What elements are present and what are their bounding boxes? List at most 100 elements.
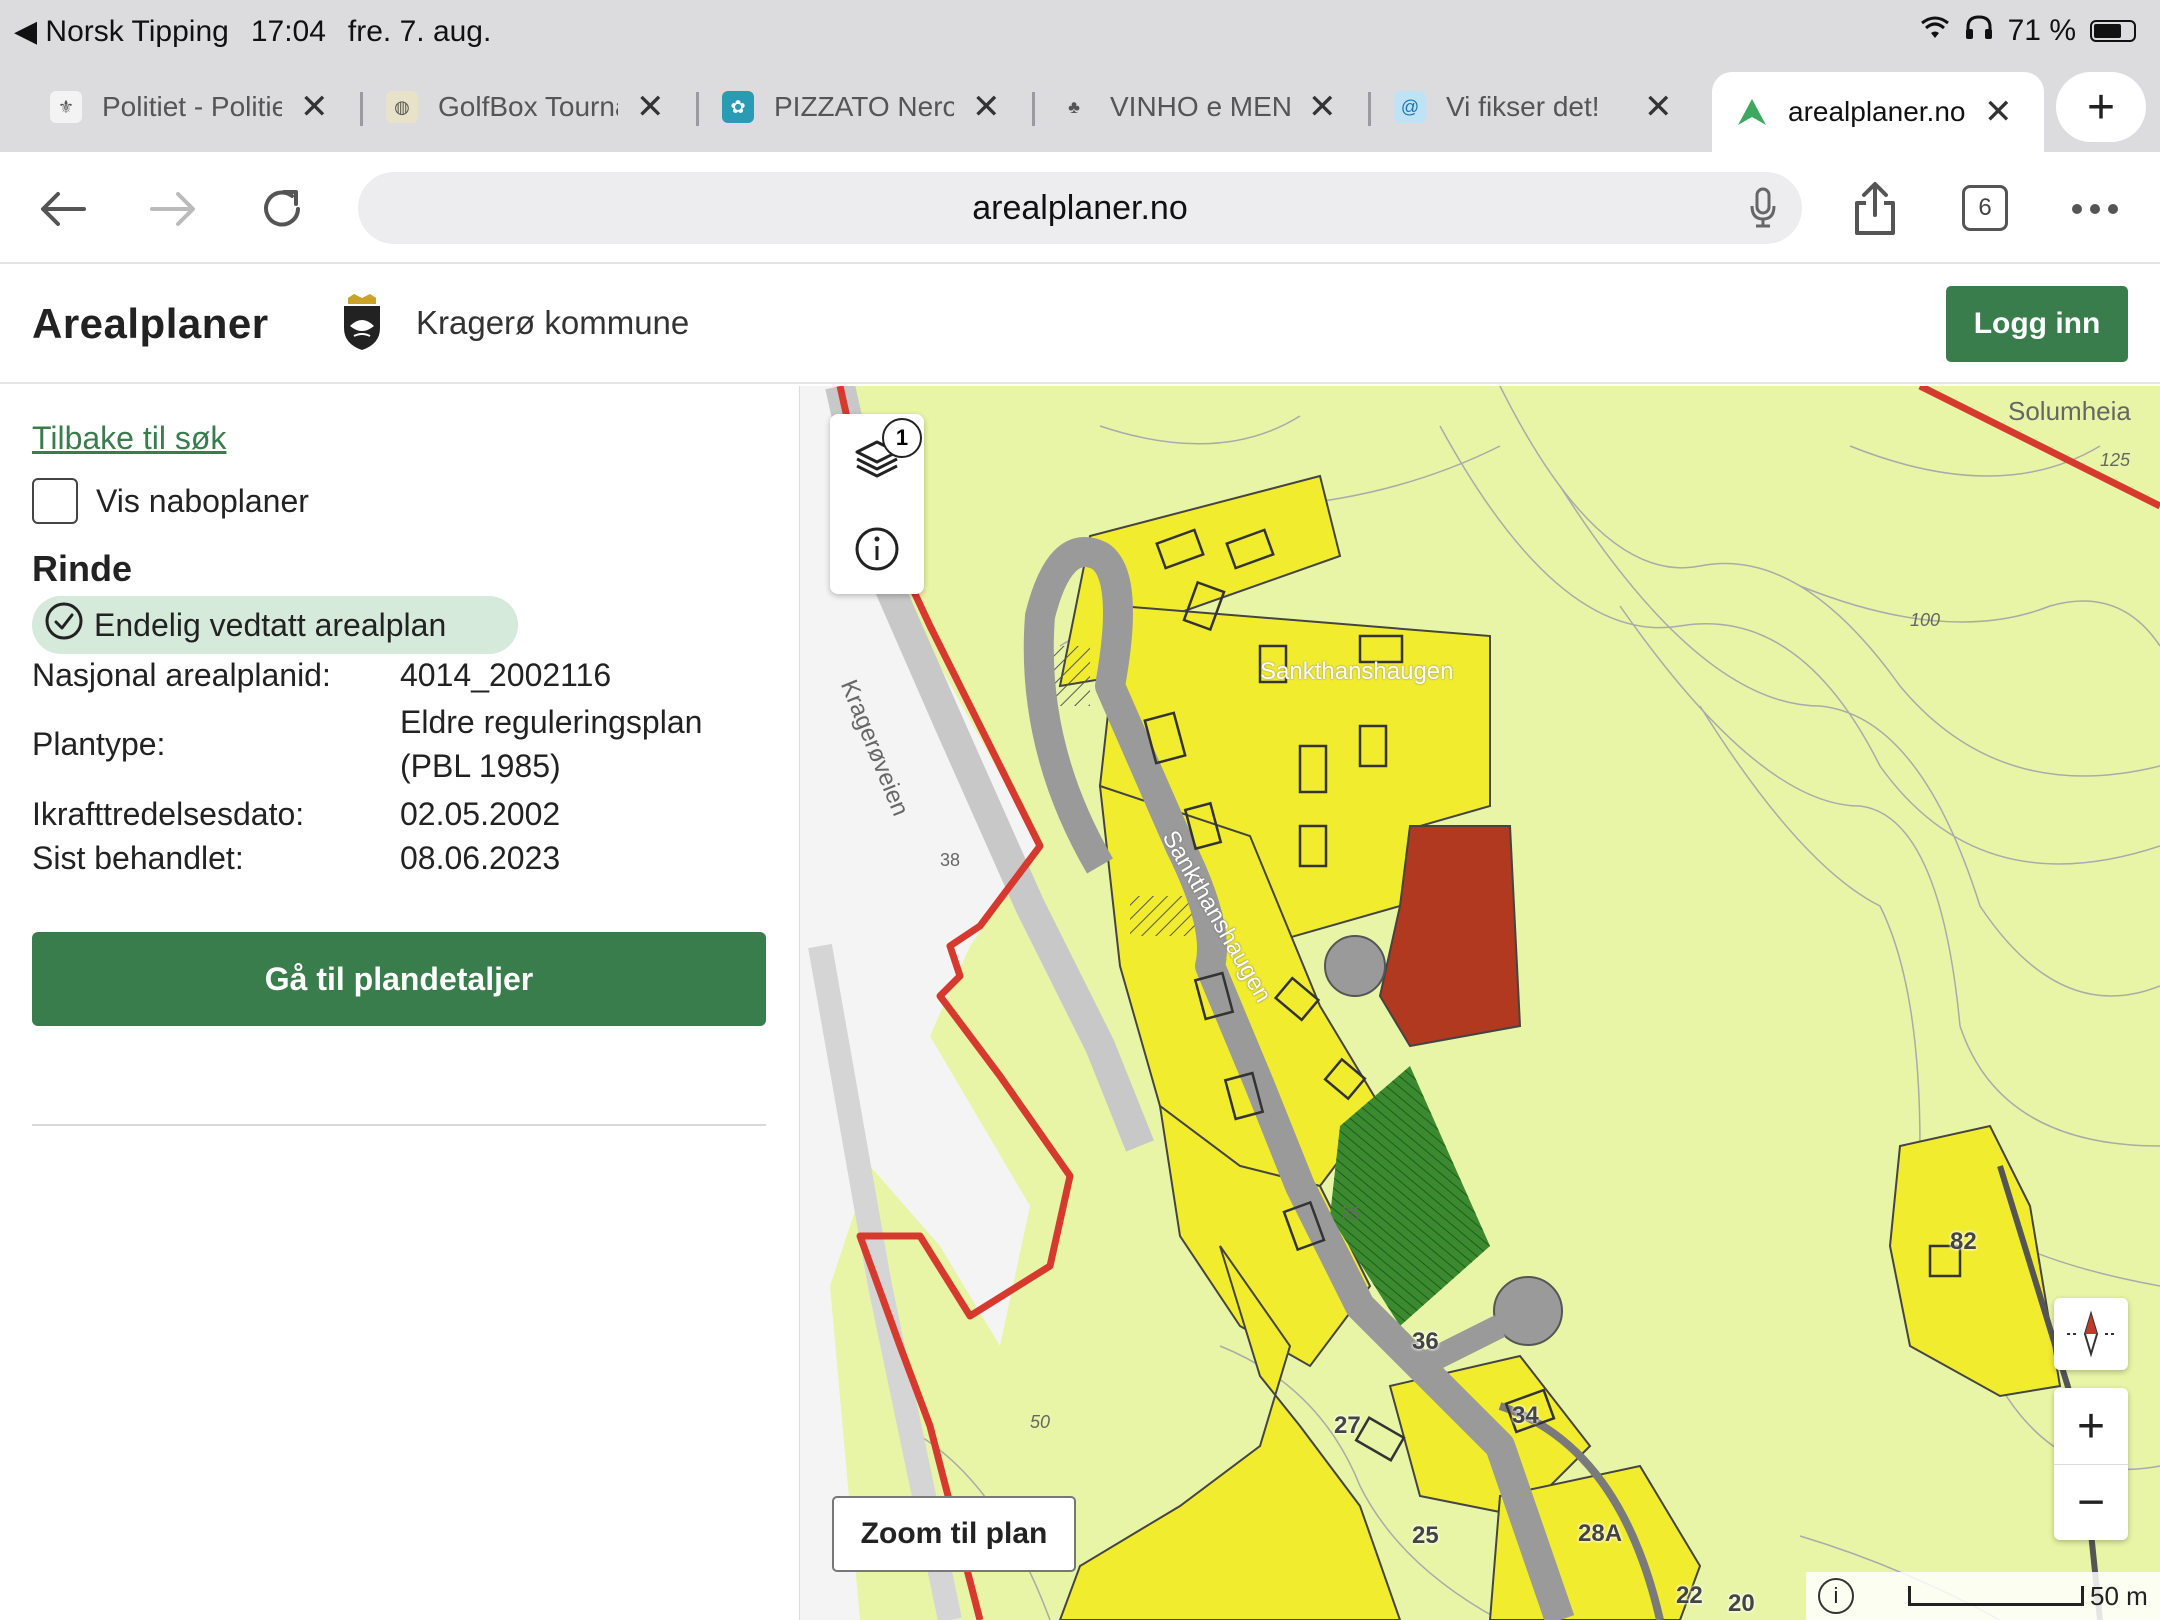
address-label: 34 xyxy=(1512,1402,1539,1429)
plan-details-table: Nasjonal arealplanid: 4014_2002116 Plant… xyxy=(32,654,772,880)
plus-icon: + xyxy=(2076,1399,2106,1453)
address-label: 22 xyxy=(1676,1582,1703,1609)
tab-arealplaner[interactable]: arealplaner.no ✕ xyxy=(1712,72,2044,152)
plan-status-badge: Endelig vedtatt arealplan xyxy=(32,596,518,654)
detail-value: Eldre reguleringsplan (PBL 1985) xyxy=(400,704,703,784)
kommune-crest-icon xyxy=(340,292,384,352)
back-to-app[interactable]: ◀ Norsk Tipping xyxy=(14,14,229,49)
plan-map[interactable]: Solumheia Sankthanshaugen Sankthanshauge… xyxy=(800,386,2160,1620)
zoom-to-plan-button[interactable]: Zoom til plan xyxy=(832,1496,1076,1572)
tab-title: Politiet - Politiet xyxy=(102,91,282,122)
map-scale-bar: i 50 m xyxy=(1806,1572,2160,1620)
more-dots-icon xyxy=(2072,204,2118,214)
detail-label: Nasjonal arealplanid: xyxy=(32,656,331,693)
detail-label: Ikrafttredelsesdato: xyxy=(32,795,305,832)
address-label: 25 xyxy=(1412,1522,1439,1549)
address-label: 36 xyxy=(1412,1328,1439,1355)
detail-row-planid: Nasjonal arealplanid: 4014_2002116 xyxy=(32,654,772,696)
turning-circle xyxy=(1324,935,1386,997)
golfbox-icon: ◍ xyxy=(386,91,418,123)
plan-title: Rinde xyxy=(32,548,133,589)
tab-title: VINHO e MENU xyxy=(1110,91,1290,122)
close-tab-icon[interactable]: ✕ xyxy=(300,87,329,127)
app-header: Arealplaner Kragerø kommune Logg inn xyxy=(0,266,2160,384)
login-button[interactable]: Logg inn xyxy=(1946,286,2128,362)
residential-zones xyxy=(1058,474,2062,1620)
app-brand[interactable]: Arealplaner xyxy=(32,300,269,348)
reload-icon xyxy=(264,190,300,227)
close-tab-icon[interactable]: ✕ xyxy=(1984,92,2013,132)
layers-button[interactable]: 1 xyxy=(830,414,924,504)
municipality-name: Kragerø kommune xyxy=(416,304,690,341)
forward-button[interactable] xyxy=(138,174,208,244)
zoom-in-button[interactable]: + xyxy=(2054,1388,2128,1464)
reload-button[interactable] xyxy=(248,174,318,244)
address-bar[interactable]: arealplaner.no xyxy=(358,172,1802,244)
tab-title: GolfBox Tournament xyxy=(438,91,618,122)
tab-title: PIZZATO Nero xyxy=(774,91,954,122)
place-label-solumheia: Solumheia xyxy=(2008,396,2131,426)
neighbor-plans-toggle[interactable]: Vis naboplaner xyxy=(32,478,309,524)
battery-icon xyxy=(2090,20,2136,42)
share-icon xyxy=(1855,182,1895,235)
map-info-button[interactable] xyxy=(830,504,924,594)
detail-row-plantype: Plantype: Eldre reguleringsplan (PBL 198… xyxy=(32,696,772,792)
address-label: 20 xyxy=(1728,1590,1755,1617)
status-time: 17:04 xyxy=(250,14,326,48)
map-tools: 1 xyxy=(830,414,924,594)
zoom-controls: + − xyxy=(2054,1388,2128,1540)
neighbor-plans-checkbox[interactable] xyxy=(32,478,78,524)
plus-icon: + xyxy=(2086,80,2116,134)
go-to-plan-details-button[interactable]: Gå til plandetaljer xyxy=(32,932,766,1026)
close-tab-icon[interactable]: ✕ xyxy=(636,87,665,127)
elevation-label: 100 xyxy=(1910,610,1941,630)
share-button[interactable] xyxy=(1840,174,1910,244)
compass-icon xyxy=(2067,1310,2115,1358)
address-label: 82 xyxy=(1950,1228,1977,1255)
battery-percent: 71 % xyxy=(2007,14,2076,47)
detail-value: 08.06.2023 xyxy=(400,840,561,876)
status-bar: ◀ Norsk Tipping 17:04 fre. 7. aug. 71 % xyxy=(0,0,2160,62)
elevation-label: 75 xyxy=(1340,1204,1361,1224)
neighbor-plans-label: Vis naboplaner xyxy=(96,482,309,519)
tab-vifikser[interactable]: @ Vi fikser det! ✕ xyxy=(1354,72,1685,142)
tab-pizzato[interactable]: ✿ PIZZATO Nero ✕ xyxy=(682,72,1013,142)
microphone-icon[interactable] xyxy=(1748,186,1778,239)
back-to-search-link[interactable]: Tilbake til søk xyxy=(32,420,226,457)
close-tab-icon[interactable]: ✕ xyxy=(1308,87,1337,127)
tab-vinho[interactable]: ♣ VINHO e MENU ✕ xyxy=(1018,72,1349,142)
tab-politiet[interactable]: ⚜ Politiet - Politiet ✕ xyxy=(10,72,341,142)
status-date: fre. 7. aug. xyxy=(347,14,492,48)
layer-count-badge: 1 xyxy=(882,418,922,458)
detail-value: 02.05.2002 xyxy=(400,796,561,832)
compass-button[interactable] xyxy=(2054,1298,2128,1370)
close-tab-icon[interactable]: ✕ xyxy=(1644,87,1673,127)
map-canvas[interactable] xyxy=(800,386,2160,1620)
browser-toolbar: arealplaner.no 6 xyxy=(0,152,2160,264)
tab-bar: ⚜ Politiet - Politiet ✕ ◍ GolfBox Tourna… xyxy=(0,62,2160,152)
zoom-out-button[interactable]: − xyxy=(2054,1464,2128,1540)
tab-golfbox[interactable]: ◍ GolfBox Tournament ✕ xyxy=(346,72,677,142)
attribution-info-icon[interactable]: i xyxy=(1818,1578,1854,1614)
tab-title: Vi fikser det! xyxy=(1446,91,1600,122)
scale-label: 50 m xyxy=(2090,1580,2148,1611)
back-button[interactable] xyxy=(28,174,98,244)
tab-count-button[interactable]: 6 xyxy=(1962,185,2008,231)
minus-icon: − xyxy=(2076,1476,2106,1529)
spiral-icon: @ xyxy=(1394,91,1426,123)
plan-status-text: Endelig vedtatt arealplan xyxy=(94,606,447,643)
plan-info-panel: Tilbake til søk Vis naboplaner Rinde End… xyxy=(0,386,800,1620)
url-text: arealplaner.no xyxy=(972,188,1188,227)
more-menu-button[interactable] xyxy=(2060,174,2130,244)
tab-title: arealplaner.no xyxy=(1788,96,1966,127)
address-label: 28A xyxy=(1578,1520,1623,1547)
elevation-label: 38 xyxy=(940,850,961,870)
new-tab-button[interactable]: + xyxy=(2056,72,2146,142)
headphones-icon xyxy=(1964,14,1994,48)
close-tab-icon[interactable]: ✕ xyxy=(972,87,1001,127)
elevation-label: 125 xyxy=(2100,450,2131,470)
scale-line xyxy=(1908,1586,2084,1606)
elevation-label: 50 xyxy=(1030,1412,1051,1432)
address-label: 27 xyxy=(1334,1412,1361,1439)
grape-icon: ✿ xyxy=(722,91,754,123)
